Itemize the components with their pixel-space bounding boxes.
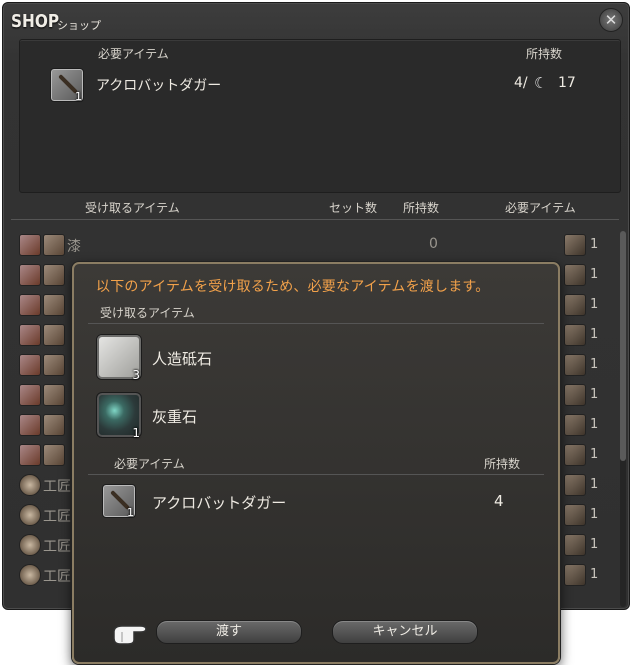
required-icon xyxy=(564,504,586,526)
required-header: 必要アイテム xyxy=(98,47,169,61)
category-icon xyxy=(19,234,41,256)
dialog-required-owned: 4 xyxy=(494,492,504,510)
required-item-panel: 必要アイテム 所持数 1 アクロバットダガー 4/ ☾ 17 xyxy=(19,39,621,193)
category-icon xyxy=(19,294,41,316)
required-count: 1 xyxy=(590,417,599,432)
dagger-icon[interactable]: 1 xyxy=(102,484,136,519)
required-count: 1 xyxy=(590,237,599,252)
required-item-name: アクロバットダガー xyxy=(96,78,222,94)
required-icon xyxy=(564,264,586,286)
tool-icon xyxy=(43,414,65,436)
required-count: 1 xyxy=(590,357,599,372)
category-icon xyxy=(19,414,41,436)
dialog-divider xyxy=(88,474,544,475)
receive-qty: 3 xyxy=(132,368,140,382)
required-icon xyxy=(564,354,586,376)
required-count: 1 xyxy=(590,567,599,582)
row-label: 漆 xyxy=(67,239,81,255)
required-count: 1 xyxy=(590,507,599,522)
craft-icon xyxy=(19,534,41,556)
dialog-owned-header: 所持数 xyxy=(484,457,521,471)
list-scrollbar[interactable] xyxy=(620,231,626,607)
close-icon[interactable]: ✕ xyxy=(599,8,623,32)
required-icon xyxy=(564,444,586,466)
tool-icon xyxy=(43,234,65,256)
required-count: 1 xyxy=(590,267,599,282)
dialog-message: 以下のアイテムを受け取るため、必要なアイテムを渡します。 xyxy=(96,279,490,295)
row-label: 工匠 xyxy=(43,509,71,525)
category-icon xyxy=(19,444,41,466)
cancel-button[interactable]: キャンセル xyxy=(332,620,478,644)
dagger-icon[interactable]: 1 xyxy=(50,68,84,103)
required-icon xyxy=(564,294,586,316)
required-icon xyxy=(564,534,586,556)
list-header-sets: セット数 xyxy=(329,201,378,215)
tool-icon xyxy=(43,294,65,316)
receive-item-name: 人造砥石 xyxy=(152,350,213,368)
category-icon xyxy=(19,324,41,346)
list-header-required: 必要アイテム xyxy=(505,201,576,215)
row-label: 工匠 xyxy=(43,479,71,495)
confirm-dialog: 以下のアイテムを受け取るため、必要なアイテムを渡します。 受け取るアイテム 3 … xyxy=(72,262,560,664)
required-item-owned: 4/ xyxy=(514,75,528,91)
dialog-receive-header: 受け取るアイテム xyxy=(100,306,195,320)
category-icon xyxy=(19,384,41,406)
tool-icon xyxy=(43,384,65,406)
receive-item-name: 灰重石 xyxy=(152,408,198,426)
list-header-owned: 所持数 xyxy=(403,201,440,215)
window-title: SHOP xyxy=(11,11,60,32)
category-icon xyxy=(19,354,41,376)
currency-icon: ☾ xyxy=(534,74,548,92)
tool-icon xyxy=(43,444,65,466)
scroll-thumb[interactable] xyxy=(620,231,626,461)
dialog-required-name: アクロバットダガー xyxy=(152,494,287,512)
required-icon xyxy=(564,384,586,406)
pointer-hand-icon xyxy=(113,625,147,645)
dialog-divider xyxy=(88,323,544,324)
currency-count: 17 xyxy=(558,75,576,91)
list-item[interactable]: 漆 0 1 xyxy=(11,229,605,259)
dialog-required-header: 必要アイテム xyxy=(114,457,185,471)
whetstone-icon[interactable]: 3 xyxy=(96,334,142,382)
row-label: 工匠 xyxy=(43,569,71,585)
row-owned: 0 xyxy=(429,236,438,252)
required-count: 1 xyxy=(590,447,599,462)
confirm-button[interactable]: 渡す xyxy=(156,620,302,644)
list-divider xyxy=(11,219,619,220)
required-icon xyxy=(564,414,586,436)
craft-icon xyxy=(19,564,41,586)
required-icon xyxy=(564,564,586,586)
required-icon xyxy=(564,474,586,496)
required-count: 1 xyxy=(590,537,599,552)
required-icon xyxy=(564,324,586,346)
row-label: 工匠 xyxy=(43,539,71,555)
required-icon xyxy=(564,234,586,256)
window-subtitle: ショップ xyxy=(57,19,101,32)
craft-icon xyxy=(19,474,41,496)
tool-icon xyxy=(43,354,65,376)
owned-header: 所持数 xyxy=(526,47,563,61)
tool-icon xyxy=(43,324,65,346)
required-qty: 1 xyxy=(127,506,134,519)
required-count: 1 xyxy=(590,297,599,312)
required-count: 1 xyxy=(590,387,599,402)
item-qty: 1 xyxy=(75,90,82,103)
craft-icon xyxy=(19,504,41,526)
receive-qty: 1 xyxy=(132,426,140,440)
list-header-receive: 受け取るアイテム xyxy=(85,201,180,215)
ore-icon[interactable]: 1 xyxy=(96,392,142,440)
category-icon xyxy=(19,264,41,286)
required-count: 1 xyxy=(590,477,599,492)
required-count: 1 xyxy=(590,327,599,342)
tool-icon xyxy=(43,264,65,286)
